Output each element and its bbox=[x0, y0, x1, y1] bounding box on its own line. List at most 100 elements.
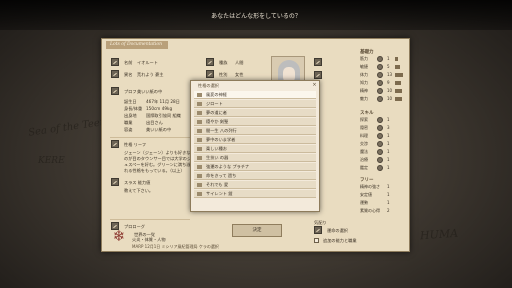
option-icon bbox=[197, 183, 202, 187]
profile-label: プロフ bbox=[124, 89, 137, 94]
stat-icon bbox=[377, 88, 383, 94]
map-label: HUMA bbox=[419, 226, 459, 243]
option-item[interactable]: それでも 愛 bbox=[194, 181, 316, 189]
option-item[interactable]: サイレント 鎧 bbox=[194, 190, 316, 198]
gauge-row: 運勢 1 bbox=[360, 200, 404, 206]
gauge-row: 精神の強さ 1 bbox=[360, 184, 404, 190]
option-icon bbox=[197, 111, 202, 115]
stat-icon bbox=[377, 80, 383, 86]
stat-row: 敏捷 5 bbox=[360, 64, 404, 70]
trait-label: 性格 リーフ bbox=[124, 142, 147, 147]
portrait-edit-icon[interactable] bbox=[314, 58, 322, 66]
stat-value: 13 bbox=[387, 72, 393, 77]
stat-value: 9 bbox=[387, 80, 390, 85]
option-item[interactable]: 夢中のいま学者 bbox=[194, 136, 316, 144]
stat-row: 体力 13 bbox=[360, 72, 404, 78]
option-item[interactable]: 生技い の器 bbox=[194, 154, 316, 162]
personality-selector: 性格の選択 × 風変の神経 ジロート 夢の道に者 穏やか 剣聖 間一生 八の列行… bbox=[190, 80, 320, 212]
option-item[interactable]: ジロート bbox=[194, 100, 316, 108]
option-item[interactable]: 楽しい種お bbox=[194, 145, 316, 153]
option-icon bbox=[197, 93, 202, 97]
option-label: ジロート bbox=[206, 101, 223, 106]
skills-heading: スキル bbox=[360, 111, 374, 116]
edit-icon[interactable] bbox=[111, 70, 119, 78]
height-label: 身長/体重 bbox=[124, 106, 143, 111]
top-bar: あなたはどんな形をしているの？ bbox=[0, 0, 512, 30]
skill-icon bbox=[377, 141, 383, 147]
edit-icon[interactable] bbox=[111, 58, 119, 66]
stat-icon bbox=[377, 96, 383, 102]
skill-value: 1 bbox=[387, 117, 390, 122]
skill-row: 隠密 3 bbox=[360, 125, 404, 131]
name-label: 名前 bbox=[124, 60, 133, 65]
gauges-heading: フリー bbox=[360, 178, 374, 183]
option-item[interactable]: 風変の神経 bbox=[194, 91, 316, 99]
close-icon[interactable]: × bbox=[312, 83, 317, 88]
option-icon bbox=[197, 129, 202, 133]
skill-value: 1 bbox=[387, 157, 390, 162]
stat-value: 10 bbox=[387, 96, 393, 101]
gauge-value: 1 bbox=[387, 200, 390, 205]
decide-button[interactable]: 決定 bbox=[232, 224, 282, 237]
gauge-name: 素質の心得 bbox=[360, 208, 380, 213]
portrait-edit-icon[interactable] bbox=[314, 71, 322, 79]
stats-heading: 基礎力 bbox=[360, 50, 374, 55]
map-label: KERE bbox=[38, 156, 65, 166]
gauge-name: 運勢 bbox=[360, 200, 368, 205]
option-icon bbox=[197, 174, 202, 178]
edit-icon[interactable] bbox=[314, 226, 322, 234]
option-item[interactable]: 強運のような プラチナ bbox=[194, 163, 316, 171]
edit-icon[interactable] bbox=[206, 58, 214, 66]
skill-text: 教えて下さい。 bbox=[124, 188, 154, 193]
skill-label: スラス 能力値 bbox=[124, 180, 151, 185]
name-value: イオルート bbox=[137, 60, 158, 65]
option-icon bbox=[197, 120, 202, 124]
stat-value: 5 bbox=[387, 64, 390, 69]
skill-value: 1 bbox=[387, 141, 390, 146]
option-label: 楽しい種お bbox=[206, 146, 227, 151]
option-label: 風変の神経 bbox=[206, 92, 227, 97]
top-bar-title: あなたはどんな形をしているの？ bbox=[211, 13, 301, 20]
option-item[interactable]: 間一生 八の列行 bbox=[194, 127, 316, 135]
stat-name: 筋力 bbox=[360, 56, 368, 61]
stat-row: 魅力 10 bbox=[360, 96, 404, 102]
option-item[interactable]: 穏やか 剣聖 bbox=[194, 118, 316, 126]
skill-value: 1 bbox=[387, 165, 390, 170]
option-icon bbox=[197, 147, 202, 151]
occupation-value: 火炎・体質・人物 bbox=[132, 237, 166, 242]
birthday-value: 467年 11月 28日 bbox=[146, 99, 180, 104]
map-label: Sea of the Teeth bbox=[27, 116, 111, 139]
skill-row: 探索 1 bbox=[360, 117, 404, 123]
edit-icon[interactable] bbox=[111, 178, 119, 186]
stat-name: 精神 bbox=[360, 88, 368, 93]
skill-name: 料理 bbox=[360, 133, 368, 138]
race-label: 種族 bbox=[219, 60, 228, 65]
panel-tab[interactable]: Lots of Documentation bbox=[106, 41, 168, 49]
option-icon bbox=[197, 156, 202, 160]
edit-icon[interactable] bbox=[111, 87, 119, 95]
skill-name: 治療 bbox=[360, 157, 368, 162]
gender-label: 性別 bbox=[219, 72, 228, 77]
option-icon bbox=[197, 192, 202, 196]
option-item[interactable]: 命をきって 過ち bbox=[194, 172, 316, 180]
hometown-value: 国際取引協同 組織 bbox=[146, 113, 181, 118]
skill-row: 交渉 1 bbox=[360, 141, 404, 147]
edit-icon[interactable] bbox=[206, 70, 214, 78]
gauge-row: 素質の心得 2 bbox=[360, 208, 404, 214]
emblem-icon: ❄ bbox=[112, 227, 126, 245]
look-label: 容姿 bbox=[124, 127, 133, 132]
bio-text: ジェーン（ジェーン）よりも好きなのが目のタウンサー目では大学のジュスペーを好む。… bbox=[124, 150, 192, 173]
stat-bar bbox=[395, 73, 403, 77]
add-checkbox[interactable] bbox=[314, 238, 319, 243]
option-icon bbox=[197, 165, 202, 169]
divider bbox=[110, 137, 190, 138]
option-item[interactable]: 夢の道に者 bbox=[194, 109, 316, 117]
stat-row: 筋力 1 bbox=[360, 56, 404, 62]
alias-value: 荒れよう 豪主 bbox=[137, 72, 164, 77]
stat-value: 1 bbox=[387, 56, 390, 61]
skill-icon bbox=[377, 125, 383, 131]
stat-value: 10 bbox=[387, 88, 393, 93]
stat-bar bbox=[395, 89, 402, 93]
edit-icon[interactable] bbox=[111, 140, 119, 148]
option-label: サイレント 鎧 bbox=[206, 191, 233, 196]
